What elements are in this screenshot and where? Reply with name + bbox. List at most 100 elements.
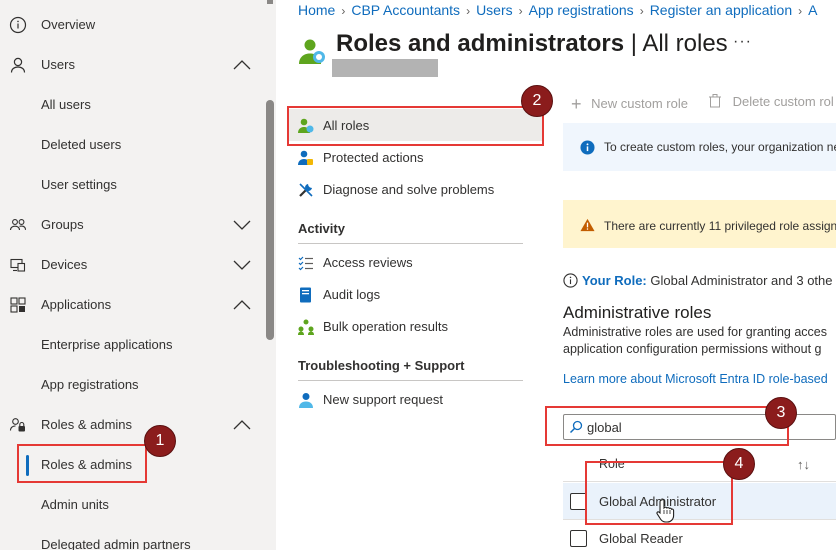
- support-request-icon: [299, 393, 313, 408]
- your-role-label: Your Role:: [582, 273, 647, 288]
- info-banner: To create custom roles, your organizatio…: [563, 123, 836, 171]
- breadcrumb-truncated[interactable]: A: [808, 2, 817, 18]
- hand-cursor-icon: [656, 498, 675, 523]
- mid-nav-label: New support request: [323, 392, 443, 407]
- roles-icon: [8, 415, 28, 435]
- your-role-line: Your Role: Global Administrator and 3 ot…: [563, 270, 833, 288]
- chevron-up-icon[interactable]: [232, 298, 252, 312]
- mid-nav-bulk-operation-results[interactable]: Bulk operation results: [288, 310, 543, 342]
- nav-label: Roles & admins: [41, 417, 133, 432]
- chevron-down-icon[interactable]: [232, 258, 252, 272]
- description-line: application configuration permissions wi…: [563, 342, 822, 356]
- chevron-right-icon: ›: [518, 4, 523, 18]
- chevron-right-icon: ›: [341, 4, 346, 18]
- callout-box-2: [287, 106, 544, 146]
- page-title: Roles and administrators | All roles: [336, 30, 728, 58]
- delete-custom-role-label: Delete custom rol: [732, 94, 834, 109]
- chevron-up-icon[interactable]: [232, 58, 252, 72]
- nav-label: Applications: [41, 297, 112, 312]
- nav-item-users[interactable]: Users: [0, 45, 263, 85]
- user-icon: [8, 55, 28, 75]
- nav-item-applications[interactable]: Applications: [0, 285, 263, 325]
- nav-item-roles-admins[interactable]: Roles & admins: [0, 405, 263, 445]
- nav-label: Devices: [41, 257, 88, 272]
- callout-badge-4: 4: [723, 448, 755, 480]
- nav-item-devices[interactable]: Devices: [0, 245, 263, 285]
- breadcrumb-tenant[interactable]: CBP Accountants: [351, 2, 460, 18]
- mid-nav-label: Protected actions: [323, 150, 424, 165]
- breadcrumb-home[interactable]: Home: [298, 2, 335, 18]
- role-name-link[interactable]: Global Reader: [599, 531, 683, 546]
- nav-label: Overview: [41, 17, 96, 32]
- callout-box-1: [17, 444, 147, 483]
- callout-badge-1: 1: [144, 425, 176, 457]
- learn-more-link[interactable]: Learn more about Microsoft Entra ID role…: [563, 372, 828, 386]
- nav-item-overview[interactable]: Overview: [0, 5, 263, 45]
- mid-nav-label: Bulk operation results: [323, 319, 449, 334]
- row-checkbox[interactable]: [570, 530, 587, 547]
- description-line: Administrative roles are used for granti…: [563, 325, 828, 339]
- your-role-value: Global Administrator and 3 othe: [650, 273, 833, 288]
- nav-item-deleted-users[interactable]: Deleted users: [0, 125, 263, 165]
- chevron-right-icon: ›: [639, 4, 644, 18]
- left-nav-scrollbar[interactable]: [263, 0, 276, 550]
- page-title-main: Roles and administrators: [336, 30, 625, 57]
- divider: [298, 243, 523, 244]
- scrollbar-thumb[interactable]: [266, 100, 274, 340]
- warning-icon: [580, 218, 595, 232]
- redacted-subtitle: [332, 59, 438, 77]
- page-title-sub: | All roles: [624, 30, 728, 57]
- devices-icon: [8, 255, 28, 275]
- nav-item-all-users[interactable]: All users: [0, 85, 263, 125]
- chevron-right-icon: ›: [798, 4, 803, 18]
- breadcrumb-users[interactable]: Users: [476, 2, 513, 18]
- callout-box-3: [545, 406, 789, 446]
- access-reviews-icon: [298, 256, 313, 271]
- delete-custom-role-button[interactable]: Delete custom rol: [709, 92, 834, 109]
- mid-nav-access-reviews[interactable]: Access reviews: [288, 246, 543, 278]
- administrative-roles-heading: Administrative roles: [563, 303, 712, 322]
- nav-label: Delegated admin partners: [41, 537, 191, 550]
- more-options-button[interactable]: ···: [733, 33, 752, 51]
- nav-item-admin-units[interactable]: Admin units: [0, 485, 263, 525]
- groups-icon: [8, 215, 28, 235]
- info-filled-icon: [580, 140, 595, 155]
- trash-icon: [709, 94, 721, 108]
- nav-label: App registrations: [41, 377, 139, 392]
- applications-icon: [8, 295, 28, 315]
- plus-icon: +: [571, 94, 582, 114]
- nav-item-delegated-admin-partners[interactable]: Delegated admin partners: [0, 525, 263, 550]
- audit-logs-icon: [300, 287, 311, 303]
- chevron-up-icon[interactable]: [232, 418, 252, 432]
- warning-banner: There are currently 11 privileged role a…: [563, 200, 836, 248]
- breadcrumb-app-registrations[interactable]: App registrations: [529, 2, 634, 18]
- info-icon: [8, 15, 28, 35]
- section-heading-activity: Activity: [298, 221, 345, 236]
- nav-item-enterprise-applications[interactable]: Enterprise applications: [0, 325, 263, 365]
- roles-admins-icon: [299, 39, 325, 64]
- mid-nav-diagnose[interactable]: Diagnose and solve problems: [288, 173, 543, 205]
- new-custom-role-button[interactable]: + New custom role: [571, 92, 688, 114]
- nav-label: Groups: [41, 217, 84, 232]
- breadcrumb: Home › CBP Accountants › Users › App registrat…: [298, 2, 817, 20]
- mid-nav-new-support-request[interactable]: New support request: [288, 383, 543, 415]
- section-heading-support: Troubleshooting + Support: [298, 358, 465, 373]
- nav-item-groups[interactable]: Groups: [0, 205, 263, 245]
- divider: [298, 380, 523, 381]
- protected-actions-icon: [298, 150, 313, 165]
- callout-badge-3: 3: [765, 397, 797, 429]
- nav-label: User settings: [41, 177, 117, 192]
- nav-item-app-registrations[interactable]: App registrations: [0, 365, 263, 405]
- mid-nav-audit-logs[interactable]: Audit logs: [288, 278, 543, 310]
- nav-label: Deleted users: [41, 137, 122, 152]
- breadcrumb-register-application[interactable]: Register an application: [650, 2, 792, 18]
- chevron-down-icon[interactable]: [232, 218, 252, 232]
- nav-item-user-settings[interactable]: User settings: [0, 165, 263, 205]
- callout-badge-2: 2: [521, 85, 553, 117]
- warning-banner-text: There are currently 11 privileged role a…: [604, 219, 836, 233]
- sort-icon[interactable]: ↑↓: [797, 457, 810, 472]
- nav-label: Users: [41, 57, 75, 72]
- nav-label: All users: [41, 97, 91, 112]
- scrollbar-cap: [267, 0, 273, 4]
- info-banner-text: To create custom roles, your organizatio…: [604, 140, 836, 154]
